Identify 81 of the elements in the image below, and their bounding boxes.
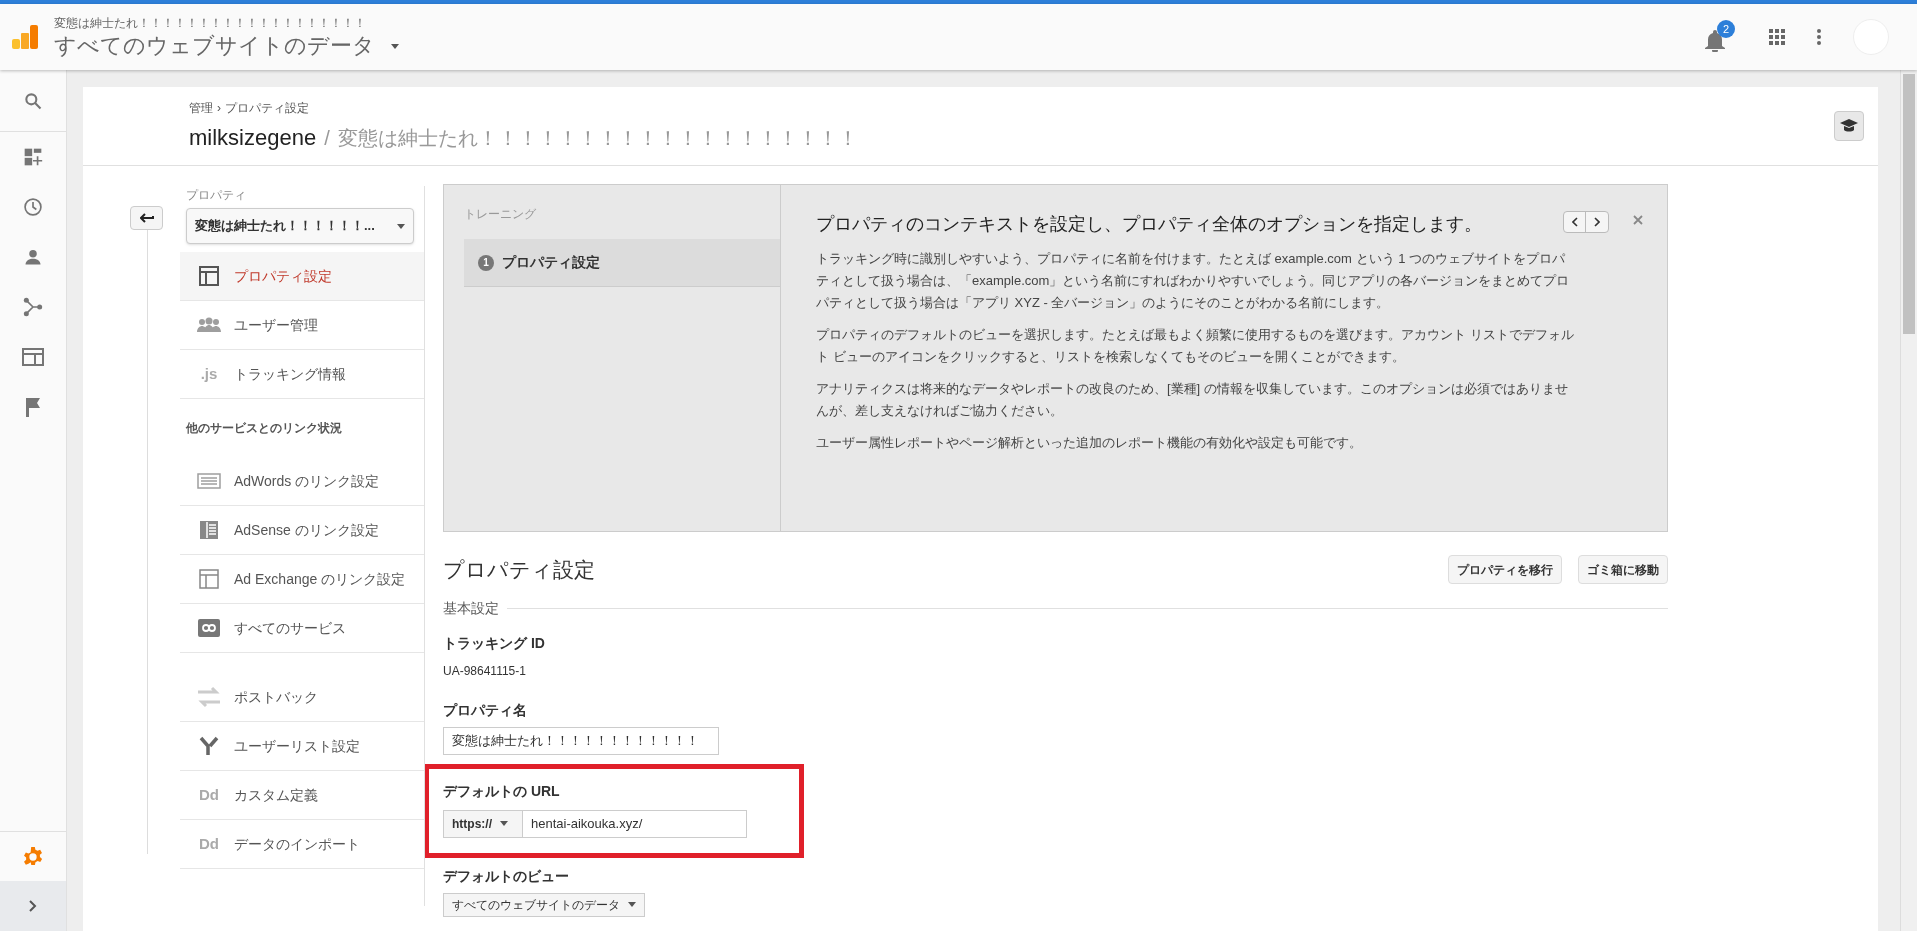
caret-icon <box>500 821 508 826</box>
layout-icon <box>199 266 219 286</box>
search-icon[interactable] <box>23 90 43 111</box>
property-name: 変態は紳士たれ！！！！！！！！！！！！！！！！！！！ <box>337 125 858 151</box>
people-icon <box>197 317 221 333</box>
person-icon[interactable] <box>23 247 43 267</box>
ad-layout-icon <box>197 473 221 489</box>
apps-grid-icon[interactable] <box>1769 29 1785 45</box>
training-heading: プロパティのコンテキストを設定し、プロパティ全体のオプションを指定します。 <box>816 213 1483 236</box>
icon-label: .js <box>200 363 218 384</box>
branch-icon[interactable] <box>23 297 43 317</box>
nav-item[interactable]: ポストバック <box>180 673 424 722</box>
nav-item[interactable]: Ad Exchange のリンク設定 <box>180 555 424 604</box>
link-icon <box>198 619 220 637</box>
property-label: プロパティ <box>186 187 247 204</box>
breadcrumb-link[interactable]: 管理 <box>189 98 213 117</box>
back-button[interactable] <box>130 206 163 230</box>
training-button[interactable] <box>1834 111 1864 141</box>
window-icon[interactable] <box>22 348 44 366</box>
title-separator: / <box>324 125 330 151</box>
nav-item[interactable]: ユーザーリスト設定 <box>180 722 424 771</box>
view-dropdown[interactable]: すべてのウェブサイトのデータ <box>443 892 645 917</box>
tracking-id: UA-98641115-1 <box>443 662 527 680</box>
fork-icon <box>199 736 219 756</box>
section-heading: 他のサービスとのリンク状況 <box>186 420 342 437</box>
clock-icon[interactable] <box>23 197 43 217</box>
graduation-cap-icon <box>1840 119 1858 133</box>
field-label: デフォルトの URL <box>443 781 561 801</box>
settings-icon[interactable] <box>22 845 44 868</box>
field-label: プロパティ名 <box>443 700 528 720</box>
subsection-title: 基本設定 <box>443 598 499 618</box>
nav-item[interactable]: AdWords のリンク設定 <box>180 457 424 506</box>
view-selector[interactable]: すべてのウェブサイトのデータ <box>54 32 399 60</box>
property-dropdown[interactable]: 変態は紳士たれ！！！！！！... <box>186 208 414 244</box>
training-paragraph: ユーザー属性レポートやページ解析といった追加のレポート機能の有効化や設定も可能です。 <box>816 434 1363 452</box>
scrollbar[interactable] <box>1900 70 1917 931</box>
training-step[interactable]: 1 プロパティ設定 <box>464 239 780 287</box>
section-title: プロパティ設定 <box>443 557 595 583</box>
nav-item[interactable]: すべてのサービス <box>180 604 424 653</box>
account-name: milksizegene <box>189 123 317 152</box>
flag-icon[interactable] <box>24 397 42 417</box>
field-label: トラッキング ID <box>443 633 546 653</box>
layout-icon <box>199 569 219 589</box>
breadcrumb-separator: › <box>217 99 221 117</box>
caret-icon <box>628 902 636 907</box>
url-field[interactable]: hentai-aikouka.xyz/ <box>523 809 747 838</box>
breadcrumb-current: プロパティ設定 <box>225 99 309 117</box>
nav-item[interactable]: Dd カスタム定義 <box>180 771 424 820</box>
bar-chart-logo <box>12 25 38 49</box>
field-label: デフォルトのビュー <box>443 866 570 886</box>
close-icon[interactable] <box>1633 215 1643 225</box>
nav-item[interactable]: AdSense のリンク設定 <box>180 506 424 555</box>
nav-item[interactable]: プロパティ設定 <box>180 252 424 301</box>
more-vertical-icon[interactable] <box>1817 29 1821 45</box>
nav-item[interactable]: ユーザー管理 <box>180 301 424 350</box>
action-button[interactable]: プロパティを移行 <box>1448 555 1562 585</box>
columns-icon <box>199 520 219 540</box>
notifications-button[interactable]: 2 <box>1705 20 1737 54</box>
training-label: トレーニング <box>463 206 537 223</box>
caret-icon <box>397 223 405 229</box>
chevron-left-icon <box>1571 217 1578 227</box>
notification-badge: 2 <box>1717 20 1735 38</box>
chevron-right-icon <box>1594 217 1600 227</box>
icon-label: Dd <box>199 833 219 854</box>
training-paragraph: アナリティクスは将来的なデータやレポートの改良のため、[業種] の情報を収集しています。このオプションは必須ではありませんが、差し支えなければご協力ください。 <box>816 380 1569 420</box>
back-arrow-icon <box>139 213 154 223</box>
nav-item[interactable]: Dd データのインポート <box>180 820 424 869</box>
action-button[interactable]: ゴミ箱に移動 <box>1578 555 1668 585</box>
bell-icon <box>1705 30 1725 52</box>
dashboard-add-icon[interactable] <box>23 147 43 167</box>
property-name-field[interactable]: 変態は紳士たれ！！！！！！！！！！！！ <box>443 726 719 755</box>
swap-arrows-icon <box>196 686 222 708</box>
caret-icon <box>391 43 399 49</box>
icon-label: Dd <box>199 784 219 805</box>
protocol-dropdown[interactable]: https:// <box>443 809 523 838</box>
nav-item[interactable]: .js トラッキング情報 <box>180 350 424 399</box>
training-paragraph: プロパティのデフォルトのビューを選択します。たとえば最もよく頻繁に使用するものを選びます。アカウント リストでデフォルト ビューのアイコンをクリックすると、リストを検索しなくてもそのビューを開くことができます。 <box>816 326 1575 366</box>
account-label: 変態は紳士たれ！！！！！！！！！！！！！！！！！！！ <box>54 15 367 33</box>
chevron-right-icon[interactable] <box>29 900 37 912</box>
scrollbar-thumb[interactable] <box>1903 74 1915 334</box>
training-paragraph: トラッキング時に識別しやすいよう、プロパティに名前を付けます。たとえば example.com という 1 つのウェブサイトをプロパティとして扱う場合は、「example.com」という名前にすればわかりやすいでしょう。同じアプリの各バージョンをまとめてプロパティとして扱う場合は「アプリ XYZ - 全バージョン」のようにそのことがわかる名前にします。 <box>816 250 1571 312</box>
